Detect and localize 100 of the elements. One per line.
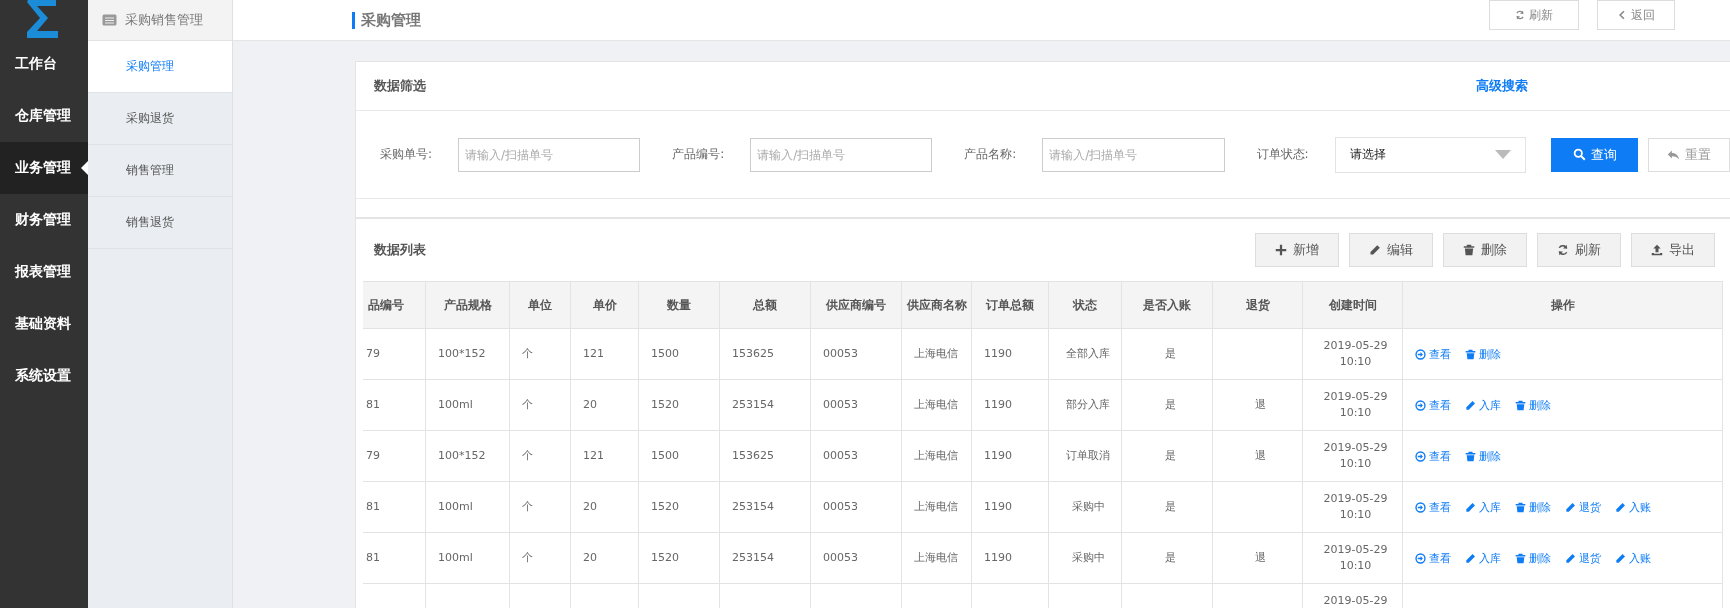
table-cell: 00053 [810, 481, 902, 533]
post-link[interactable]: 入账 [1615, 499, 1651, 515]
table-cell: 100ml [425, 379, 510, 431]
nav-item[interactable]: 财务管理 [0, 194, 88, 246]
search-button[interactable]: 查询 [1550, 137, 1639, 172]
field-label: 采购单号: [380, 146, 434, 163]
refresh-icon [1515, 10, 1525, 20]
reply-arrow-icon [1667, 148, 1681, 161]
table-cell: 部分入库 [1048, 379, 1122, 431]
pencil-icon [1615, 552, 1626, 564]
nav-item[interactable]: 业务管理 [0, 142, 88, 194]
refresh-button[interactable]: 刷新 [1537, 233, 1621, 267]
refresh-button[interactable]: 刷新 [1489, 0, 1579, 30]
column-header: 供应商编号 [810, 281, 902, 329]
pencil-icon [1465, 552, 1476, 564]
sigma-logo [24, 0, 60, 38]
delete-link[interactable]: 删除 [1465, 346, 1501, 362]
table-cell: 00053 [810, 430, 902, 482]
card-title: 数据列表 [374, 241, 426, 259]
nav-item[interactable]: 仓库管理 [0, 90, 88, 142]
table-cell: 上海电信 [901, 481, 972, 533]
table-cell: 100*152 [425, 430, 510, 482]
table-cell: 订单取消 [1048, 430, 1122, 482]
table-cell: 1190 [971, 430, 1049, 482]
select-field[interactable]: 请选择 [1334, 136, 1526, 173]
table-cell: 是 [1121, 430, 1213, 482]
view-link[interactable]: 查看 [1415, 499, 1451, 515]
table-cell: 2019-05-29 10:10 [1302, 379, 1403, 431]
return-link[interactable]: 退货 [1565, 499, 1601, 515]
column-header: 总额 [719, 281, 811, 329]
subnav-title: 采购销售管理 [125, 11, 203, 29]
table-cell: 1520 [638, 481, 720, 533]
table-cell: 是 [1121, 481, 1213, 533]
list-icon [102, 14, 117, 26]
pencil-icon [1615, 501, 1626, 513]
column-header: 订单总额 [971, 281, 1049, 329]
pencil-icon [1465, 501, 1476, 513]
stock-link[interactable]: 入库 [1465, 499, 1501, 515]
table-cell: 1520 [638, 379, 720, 431]
input-field[interactable]: 请输入/扫描单号 [1042, 137, 1225, 172]
add-button[interactable]: 新增 [1255, 233, 1339, 267]
table-cell: 是 [1121, 532, 1213, 584]
advanced-search-link[interactable]: 高级搜索 [1476, 77, 1528, 95]
dropdown-triangle-icon [1494, 150, 1511, 159]
table-cell: 1500 [638, 328, 720, 380]
input-field[interactable]: 请输入/扫描单号 [750, 137, 933, 172]
stock-link[interactable]: 入库 [1465, 550, 1501, 566]
export-button[interactable]: 导出 [1631, 233, 1715, 267]
table-cell: 121 [570, 328, 639, 380]
subnav-item[interactable]: 采购管理 [88, 41, 232, 93]
table-cell: 个 [509, 328, 571, 380]
delete-link[interactable]: 删除 [1515, 397, 1551, 413]
table-cell: 个 [509, 532, 571, 584]
chevron-left-icon [1617, 10, 1627, 20]
delete-button[interactable]: 删除 [1443, 233, 1527, 267]
table-cell: 1190 [971, 481, 1049, 533]
table-cell: 2019-05-29 10:10 [1302, 532, 1403, 584]
delete-link[interactable]: 删除 [1515, 550, 1551, 566]
edit-button[interactable]: 编辑 [1349, 233, 1433, 267]
column-header: 供应商名称 [901, 281, 972, 329]
table-cell: 79 [363, 328, 426, 380]
table-cell: 全部入库 [1048, 328, 1122, 380]
plus-icon [1275, 244, 1287, 256]
table-cell: 153625 [719, 430, 811, 482]
column-header: 是否入账 [1121, 281, 1213, 329]
view-link[interactable]: 查看 [1415, 448, 1451, 464]
reset-button[interactable]: 重置 [1648, 137, 1730, 172]
circle-arrow-icon [1415, 348, 1426, 360]
view-link[interactable]: 查看 [1415, 550, 1451, 566]
table-cell: 100ml [425, 532, 510, 584]
input-field[interactable]: 请输入/扫描单号 [458, 137, 641, 172]
return-link[interactable]: 退货 [1565, 550, 1601, 566]
table-cell: 采购中 [1048, 481, 1122, 533]
stock-link[interactable]: 入库 [1465, 397, 1501, 413]
nav-item[interactable]: 报表管理 [0, 246, 88, 298]
column-header: 产品规格 [425, 281, 510, 329]
table-cell: 是 [1121, 328, 1213, 380]
table-cell: 1190 [971, 379, 1049, 431]
table-cell: 79 [363, 430, 426, 482]
column-header: 品编号 [363, 281, 426, 329]
table-cell: 00053 [810, 328, 902, 380]
table-cell: 个 [509, 379, 571, 431]
delete-link[interactable]: 删除 [1465, 448, 1501, 464]
column-header: 操作 [1402, 281, 1723, 329]
back-button[interactable]: 返回 [1597, 0, 1675, 30]
delete-link[interactable]: 删除 [1515, 499, 1551, 515]
pencil-icon [1369, 244, 1381, 256]
view-link[interactable]: 查看 [1415, 346, 1451, 362]
table-cell: 121 [570, 430, 639, 482]
pencil-icon [1465, 399, 1476, 411]
view-link[interactable]: 查看 [1415, 397, 1451, 413]
post-link[interactable]: 入账 [1615, 550, 1651, 566]
nav-item[interactable]: 基础资料 [0, 298, 88, 350]
trash-icon [1463, 244, 1475, 256]
table-cell: 253154 [719, 481, 811, 533]
refresh-icon [1557, 244, 1569, 256]
trash-icon [1515, 552, 1526, 564]
table-cell: 采购中 [1048, 532, 1122, 584]
nav-item[interactable]: 工作台 [0, 38, 88, 90]
nav-item[interactable]: 系统设置 [0, 350, 88, 402]
